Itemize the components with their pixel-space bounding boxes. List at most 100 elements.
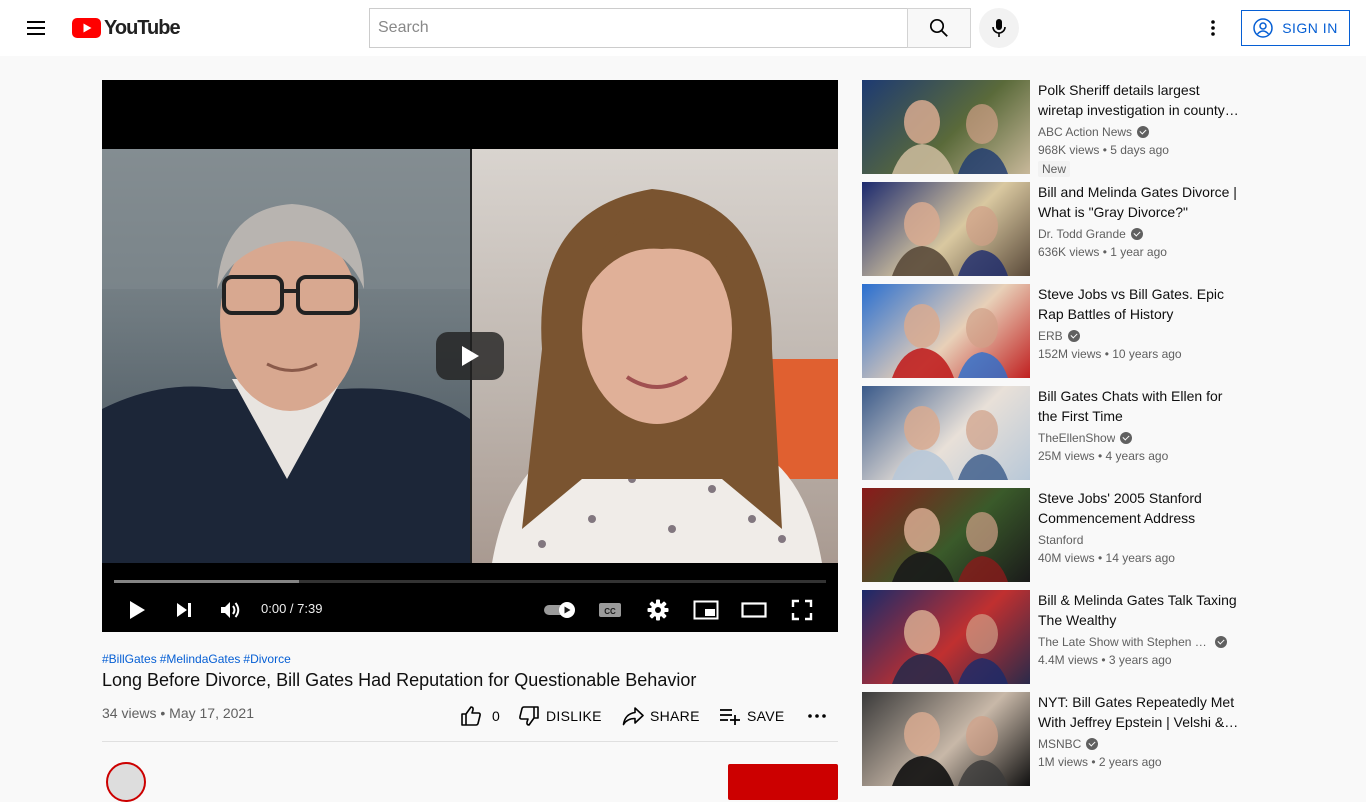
player-controls: 0:00 / 7:39 CC — [102, 588, 838, 628]
search-button[interactable] — [907, 8, 971, 48]
hamburger-icon — [27, 21, 45, 23]
recommendation-title[interactable]: Bill and Melinda Gates Divorce | What is… — [1038, 182, 1242, 222]
search-input[interactable] — [370, 9, 908, 47]
time-display: 0:00 / 7:39 — [261, 601, 323, 616]
share-button[interactable]: SHARE — [622, 700, 700, 732]
verified-check-icon — [1130, 228, 1143, 240]
recommendation-channel[interactable]: ABC Action News — [1038, 125, 1150, 139]
recommendation-thumbnail[interactable] — [862, 182, 1030, 276]
recommendation-title[interactable]: NYT: Bill Gates Repeatedly Met With Jeff… — [1038, 692, 1242, 732]
recommendation-item[interactable]: Bill and Melinda Gates Divorce | What is… — [862, 182, 1242, 276]
recommendation-item[interactable]: Bill & Melinda Gates Talk Taxing The Wea… — [862, 590, 1242, 684]
channel-name: Stanford — [1038, 533, 1084, 547]
recommendation-title[interactable]: Bill & Melinda Gates Talk Taxing The Wea… — [1038, 590, 1242, 630]
recommendation-item[interactable]: Steve Jobs vs Bill Gates. Epic Rap Battl… — [862, 284, 1242, 378]
like-button[interactable]: 0 — [460, 700, 500, 732]
fullscreen-button[interactable] — [784, 592, 820, 628]
subtitles-button[interactable]: CC — [592, 592, 628, 628]
hashtag-link[interactable]: #BillGates — [102, 652, 157, 666]
large-play-button[interactable] — [436, 332, 504, 380]
hashtags: #BillGates #MelindaGates #Divorce — [102, 652, 294, 666]
recommendation-channel[interactable]: The Late Show with Stephen C… — [1038, 635, 1227, 649]
search-box — [369, 8, 908, 48]
recommendation-channel[interactable]: MSNBC — [1038, 737, 1099, 751]
thumbnail-figure — [892, 202, 1008, 276]
recommendation-stats: 40M views • 14 years ago — [1038, 551, 1175, 565]
thumbnail-figure — [892, 406, 1008, 480]
settings-button[interactable] — [640, 592, 676, 628]
progress-bar[interactable] — [114, 580, 826, 583]
microphone-icon — [992, 19, 1006, 37]
recommendation-stats: 636K views • 1 year ago — [1038, 245, 1167, 259]
play-button[interactable] — [119, 592, 155, 628]
channel-avatar[interactable] — [106, 762, 146, 802]
voice-search-button[interactable] — [979, 8, 1019, 48]
playlist-add-icon — [720, 709, 740, 725]
recommendation-title[interactable]: Steve Jobs' 2005 Stanford Commencement A… — [1038, 488, 1242, 528]
sign-in-button[interactable]: SIGN IN — [1241, 10, 1350, 46]
recommendation-thumbnail[interactable] — [862, 590, 1030, 684]
autoplay-toggle[interactable] — [540, 592, 580, 628]
thumbnail-figure — [892, 304, 1008, 378]
play-icon — [130, 601, 145, 619]
dislike-label: DISLIKE — [546, 708, 602, 724]
share-label: SHARE — [650, 708, 700, 724]
recommendation-stats: 4.4M views • 3 years ago — [1038, 653, 1172, 667]
channel-name: Dr. Todd Grande — [1038, 227, 1126, 241]
guide-menu-button[interactable] — [20, 12, 52, 44]
verified-check-icon — [1137, 126, 1150, 138]
fullscreen-icon — [791, 599, 813, 621]
hashtag-link[interactable]: #MelindaGates — [160, 652, 241, 666]
recommendation-item[interactable]: Bill Gates Chats with Ellen for the Firs… — [862, 386, 1242, 480]
settings-more-button[interactable] — [1197, 12, 1229, 44]
new-badge: New — [1038, 161, 1071, 177]
recommendation-title[interactable]: Bill Gates Chats with Ellen for the Firs… — [1038, 386, 1242, 426]
more-actions-button[interactable] — [808, 700, 826, 732]
next-button[interactable] — [166, 592, 202, 628]
video-player[interactable]: 0:00 / 7:39 CC — [102, 80, 838, 632]
theater-mode-button[interactable] — [736, 592, 772, 628]
autoplay-toggle-icon — [544, 602, 575, 618]
video-left-panel — [102, 149, 470, 563]
miniplayer-button[interactable] — [688, 592, 724, 628]
channel-name: MSNBC — [1038, 737, 1082, 751]
save-button[interactable]: SAVE — [719, 700, 785, 732]
meta-separator: • — [160, 705, 166, 721]
thumbs-down-icon — [519, 706, 539, 726]
youtube-logo[interactable]: YouTube — [72, 17, 181, 39]
recommendation-thumbnail[interactable] — [862, 386, 1030, 480]
account-circle-icon — [1253, 18, 1273, 38]
recommendation-channel[interactable]: Dr. Todd Grande — [1038, 227, 1143, 241]
recommendation-item[interactable]: NYT: Bill Gates Repeatedly Met With Jeff… — [862, 692, 1242, 786]
progress-buffer — [114, 580, 300, 583]
recommendation-title[interactable]: Steve Jobs vs Bill Gates. Epic Rap Battl… — [1038, 284, 1242, 324]
channel-name: TheEllenShow — [1038, 431, 1116, 445]
recommendation-stats: 1M views • 2 years ago — [1038, 755, 1162, 769]
thumbnail-figure — [892, 508, 1008, 582]
save-label: SAVE — [747, 708, 785, 724]
recommendation-title[interactable]: Polk Sheriff details largest wiretap inv… — [1038, 80, 1242, 120]
recommendation-thumbnail[interactable] — [862, 692, 1030, 786]
recommendation-channel[interactable]: ERB — [1038, 329, 1080, 343]
recommendation-thumbnail[interactable] — [862, 284, 1030, 378]
more-vertical-icon — [1211, 20, 1215, 36]
woman-figure — [492, 189, 838, 563]
recommendation-item[interactable]: Steve Jobs' 2005 Stanford Commencement A… — [862, 488, 1242, 582]
info-divider — [102, 741, 838, 742]
gear-icon — [647, 599, 669, 621]
recommendation-channel[interactable]: TheEllenShow — [1038, 431, 1133, 445]
skip-next-icon — [177, 603, 191, 617]
miniplayer-icon — [693, 600, 719, 620]
dislike-button[interactable]: DISLIKE — [518, 700, 602, 732]
mute-button[interactable] — [213, 592, 249, 628]
hashtag-link[interactable]: #Divorce — [243, 652, 290, 666]
verified-check-icon — [1215, 636, 1227, 648]
recommendation-item[interactable]: Polk Sheriff details largest wiretap inv… — [862, 80, 1242, 177]
volume-icon — [221, 602, 240, 618]
recommendation-stats: 152M views • 10 years ago — [1038, 347, 1182, 361]
man-in-glasses-figure — [102, 149, 470, 563]
recommendation-thumbnail[interactable] — [862, 80, 1030, 174]
recommendation-thumbnail[interactable] — [862, 488, 1030, 582]
subscribe-button[interactable] — [728, 764, 838, 800]
recommendation-channel[interactable]: Stanford — [1038, 533, 1083, 547]
